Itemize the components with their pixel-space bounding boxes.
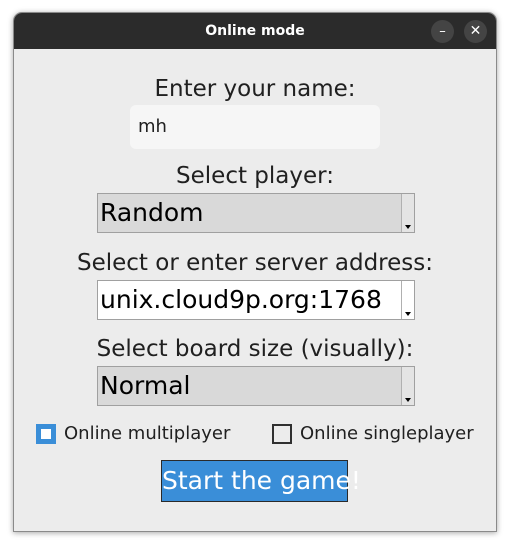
- server-address-combobox[interactable]: unix.cloud9p.org:1768: [97, 280, 415, 320]
- player-select-value: Random: [100, 198, 204, 227]
- online-singleplayer-label: Online singleplayer: [300, 423, 474, 444]
- server-address-input[interactable]: unix.cloud9p.org:1768: [100, 281, 382, 319]
- start-game-button[interactable]: Start the game!: [161, 460, 361, 502]
- name-label: Enter your name:: [154, 76, 356, 102]
- player-label: Select player:: [176, 163, 334, 189]
- checkbox-checked-icon: [36, 424, 56, 444]
- title-bar[interactable]: Online mode – ✕: [14, 13, 496, 49]
- server-address-dropdown-button[interactable]: [401, 281, 414, 319]
- chevron-down-icon: [405, 398, 411, 402]
- online-singleplayer-checkbox[interactable]: Online singleplayer: [272, 423, 482, 445]
- online-mode-window: Online mode – ✕ Enter your name: mh Sele…: [13, 12, 497, 532]
- online-multiplayer-label: Online multiplayer: [64, 423, 231, 444]
- minimize-button[interactable]: –: [431, 20, 454, 43]
- chevron-down-icon: [405, 312, 411, 316]
- player-select[interactable]: Random: [97, 193, 415, 233]
- server-label: Select or enter server address:: [77, 250, 433, 276]
- close-button[interactable]: ✕: [464, 20, 487, 43]
- board-size-dropdown-button[interactable]: [401, 367, 414, 405]
- minimize-icon: –: [439, 24, 446, 39]
- name-input[interactable]: mh: [130, 105, 380, 149]
- board-size-select[interactable]: Normal: [97, 366, 415, 406]
- player-select-dropdown-button[interactable]: [401, 194, 414, 232]
- online-multiplayer-checkbox[interactable]: Online multiplayer: [36, 423, 236, 445]
- checkbox-unchecked-icon: [272, 424, 292, 444]
- board-size-select-value: Normal: [100, 371, 191, 400]
- window-title: Online mode: [205, 23, 305, 39]
- board-size-label: Select board size (visually):: [96, 336, 414, 362]
- chevron-down-icon: [405, 225, 411, 229]
- close-icon: ✕: [469, 23, 482, 39]
